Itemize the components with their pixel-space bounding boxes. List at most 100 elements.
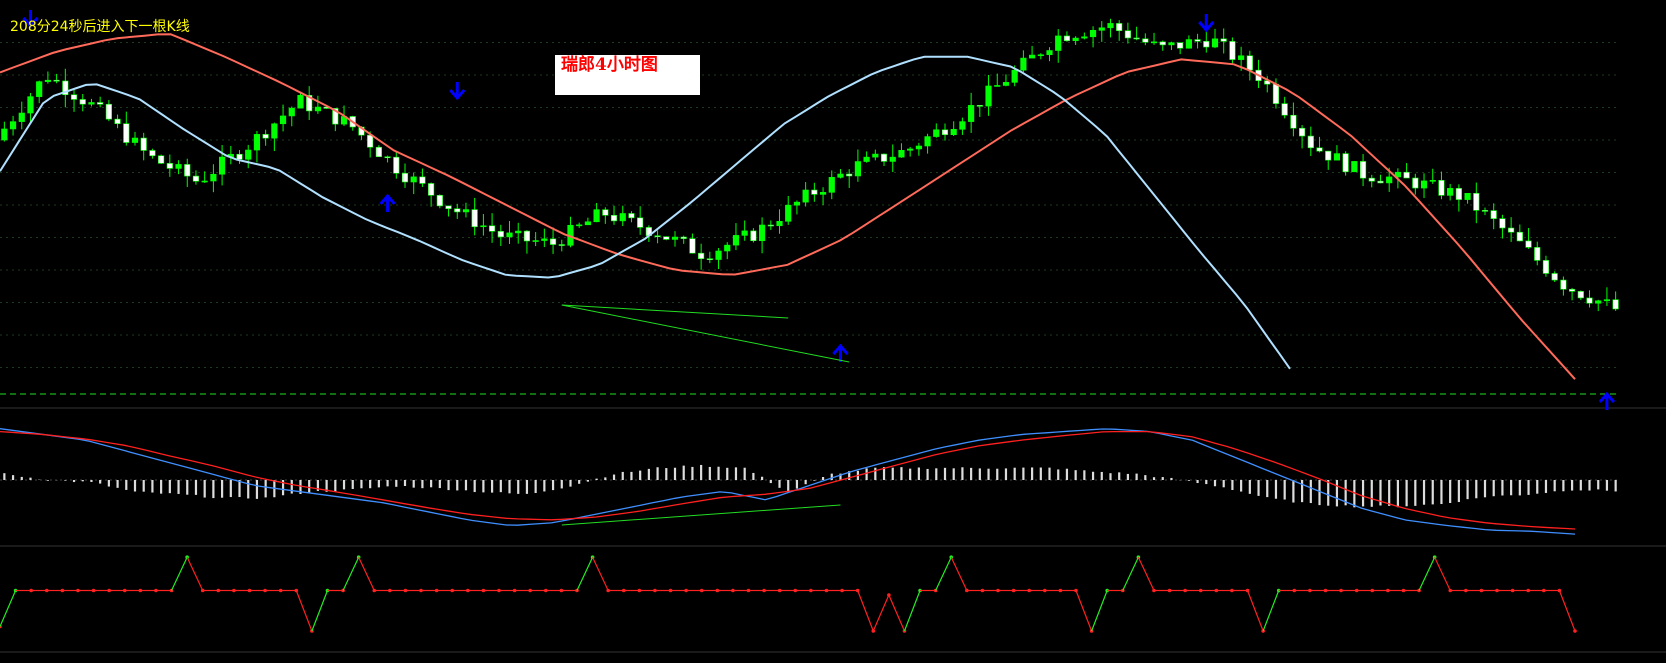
candle-body xyxy=(279,115,287,125)
candle-body xyxy=(1560,279,1567,290)
candle-body xyxy=(1168,42,1175,46)
candle-body xyxy=(314,106,321,112)
candle-body xyxy=(1516,231,1523,242)
candle-body xyxy=(706,258,713,261)
sell-arrow-icon xyxy=(449,82,466,101)
candle-body xyxy=(27,96,34,114)
candle-body xyxy=(1,128,8,141)
candle-body xyxy=(1412,177,1419,189)
candle-body xyxy=(1612,299,1619,310)
candle-body xyxy=(610,215,618,222)
stoch-segment xyxy=(342,556,360,591)
candle-body xyxy=(1316,147,1323,152)
candle-body xyxy=(549,238,557,245)
candle-body xyxy=(1281,103,1288,116)
candle-body xyxy=(785,204,792,222)
candle-body xyxy=(175,164,182,169)
candle-body xyxy=(454,208,461,213)
candle-body xyxy=(1325,150,1332,161)
candle-body xyxy=(680,236,687,239)
candle-body xyxy=(297,95,304,109)
candle-body xyxy=(1368,177,1375,182)
candle-body xyxy=(732,235,740,246)
candle-body xyxy=(1333,153,1341,161)
candle-body xyxy=(907,148,914,151)
candle-body xyxy=(1307,135,1314,149)
candle-body xyxy=(288,107,295,117)
candle-body xyxy=(1525,240,1532,248)
candle-body xyxy=(593,209,600,223)
candle-body xyxy=(1098,27,1105,31)
candle-body xyxy=(384,156,391,159)
candle-body xyxy=(767,224,774,227)
stoch-segment xyxy=(1434,556,1451,591)
candle-body xyxy=(750,230,757,242)
stoch-segment xyxy=(592,556,609,591)
stoch-segment xyxy=(1558,590,1576,632)
candle-body xyxy=(1011,69,1018,83)
stoch-segment xyxy=(0,590,17,627)
countdown-label: 208分24秒后进入下一根K线 xyxy=(10,19,190,35)
candle-body xyxy=(863,156,870,162)
candle-body xyxy=(976,105,983,107)
candle-body xyxy=(428,183,435,196)
candle-body xyxy=(959,121,966,130)
candle-body xyxy=(515,230,522,234)
candle-body xyxy=(253,134,261,151)
candle-body xyxy=(471,209,478,228)
candle-body xyxy=(715,250,722,260)
candle-body xyxy=(1055,35,1062,51)
stoch-segment xyxy=(311,590,329,632)
candle-body xyxy=(1403,171,1410,179)
candle-body xyxy=(671,236,679,240)
candle-body xyxy=(88,102,95,105)
candle-body xyxy=(44,79,51,82)
candle-body xyxy=(1229,41,1236,60)
sell-arrow-icon xyxy=(1198,14,1215,33)
candle-body xyxy=(1481,210,1489,212)
candle-body xyxy=(1142,38,1149,43)
candle-body xyxy=(811,189,818,195)
candle-body xyxy=(1246,55,1253,71)
stoch-segment xyxy=(1122,556,1139,591)
candle-body xyxy=(506,232,513,238)
candle-body xyxy=(776,221,783,227)
candle-body xyxy=(994,85,1001,87)
candle-body xyxy=(1029,54,1036,59)
candle-body xyxy=(1490,210,1497,219)
candle-body xyxy=(1238,55,1245,60)
candle-body xyxy=(1037,54,1044,57)
candle-body xyxy=(793,201,801,206)
stoch-segment xyxy=(186,556,204,591)
chart-svg xyxy=(0,10,1666,653)
stoch-segment xyxy=(1246,590,1264,632)
candle-body xyxy=(1447,188,1454,196)
candle-body xyxy=(985,85,992,107)
candle-body xyxy=(1534,247,1541,261)
stoch-segment xyxy=(358,556,375,591)
candle-body xyxy=(1603,299,1611,302)
candle-body xyxy=(602,209,609,216)
candle-body xyxy=(114,118,121,124)
stoch-segment xyxy=(872,594,890,632)
stoch-segment xyxy=(1262,590,1280,632)
candle-body xyxy=(1220,38,1227,42)
candle-body xyxy=(497,231,504,238)
candle-body xyxy=(950,128,957,136)
candle-body xyxy=(1359,161,1367,179)
stoch-segment xyxy=(1075,590,1093,632)
candle-body xyxy=(375,146,382,158)
candle-body xyxy=(915,145,922,150)
candle-body xyxy=(1046,50,1053,56)
candle-body xyxy=(1072,37,1079,42)
candle-body xyxy=(1194,39,1201,42)
candle-body xyxy=(541,238,548,241)
candle-body xyxy=(201,180,208,183)
candle-body xyxy=(18,112,25,122)
candle-body xyxy=(689,238,696,254)
candle-body xyxy=(9,121,17,130)
candle-body xyxy=(1089,30,1097,38)
candle-body xyxy=(53,79,60,82)
stoch-segment xyxy=(888,594,906,632)
candle-body xyxy=(872,153,879,158)
